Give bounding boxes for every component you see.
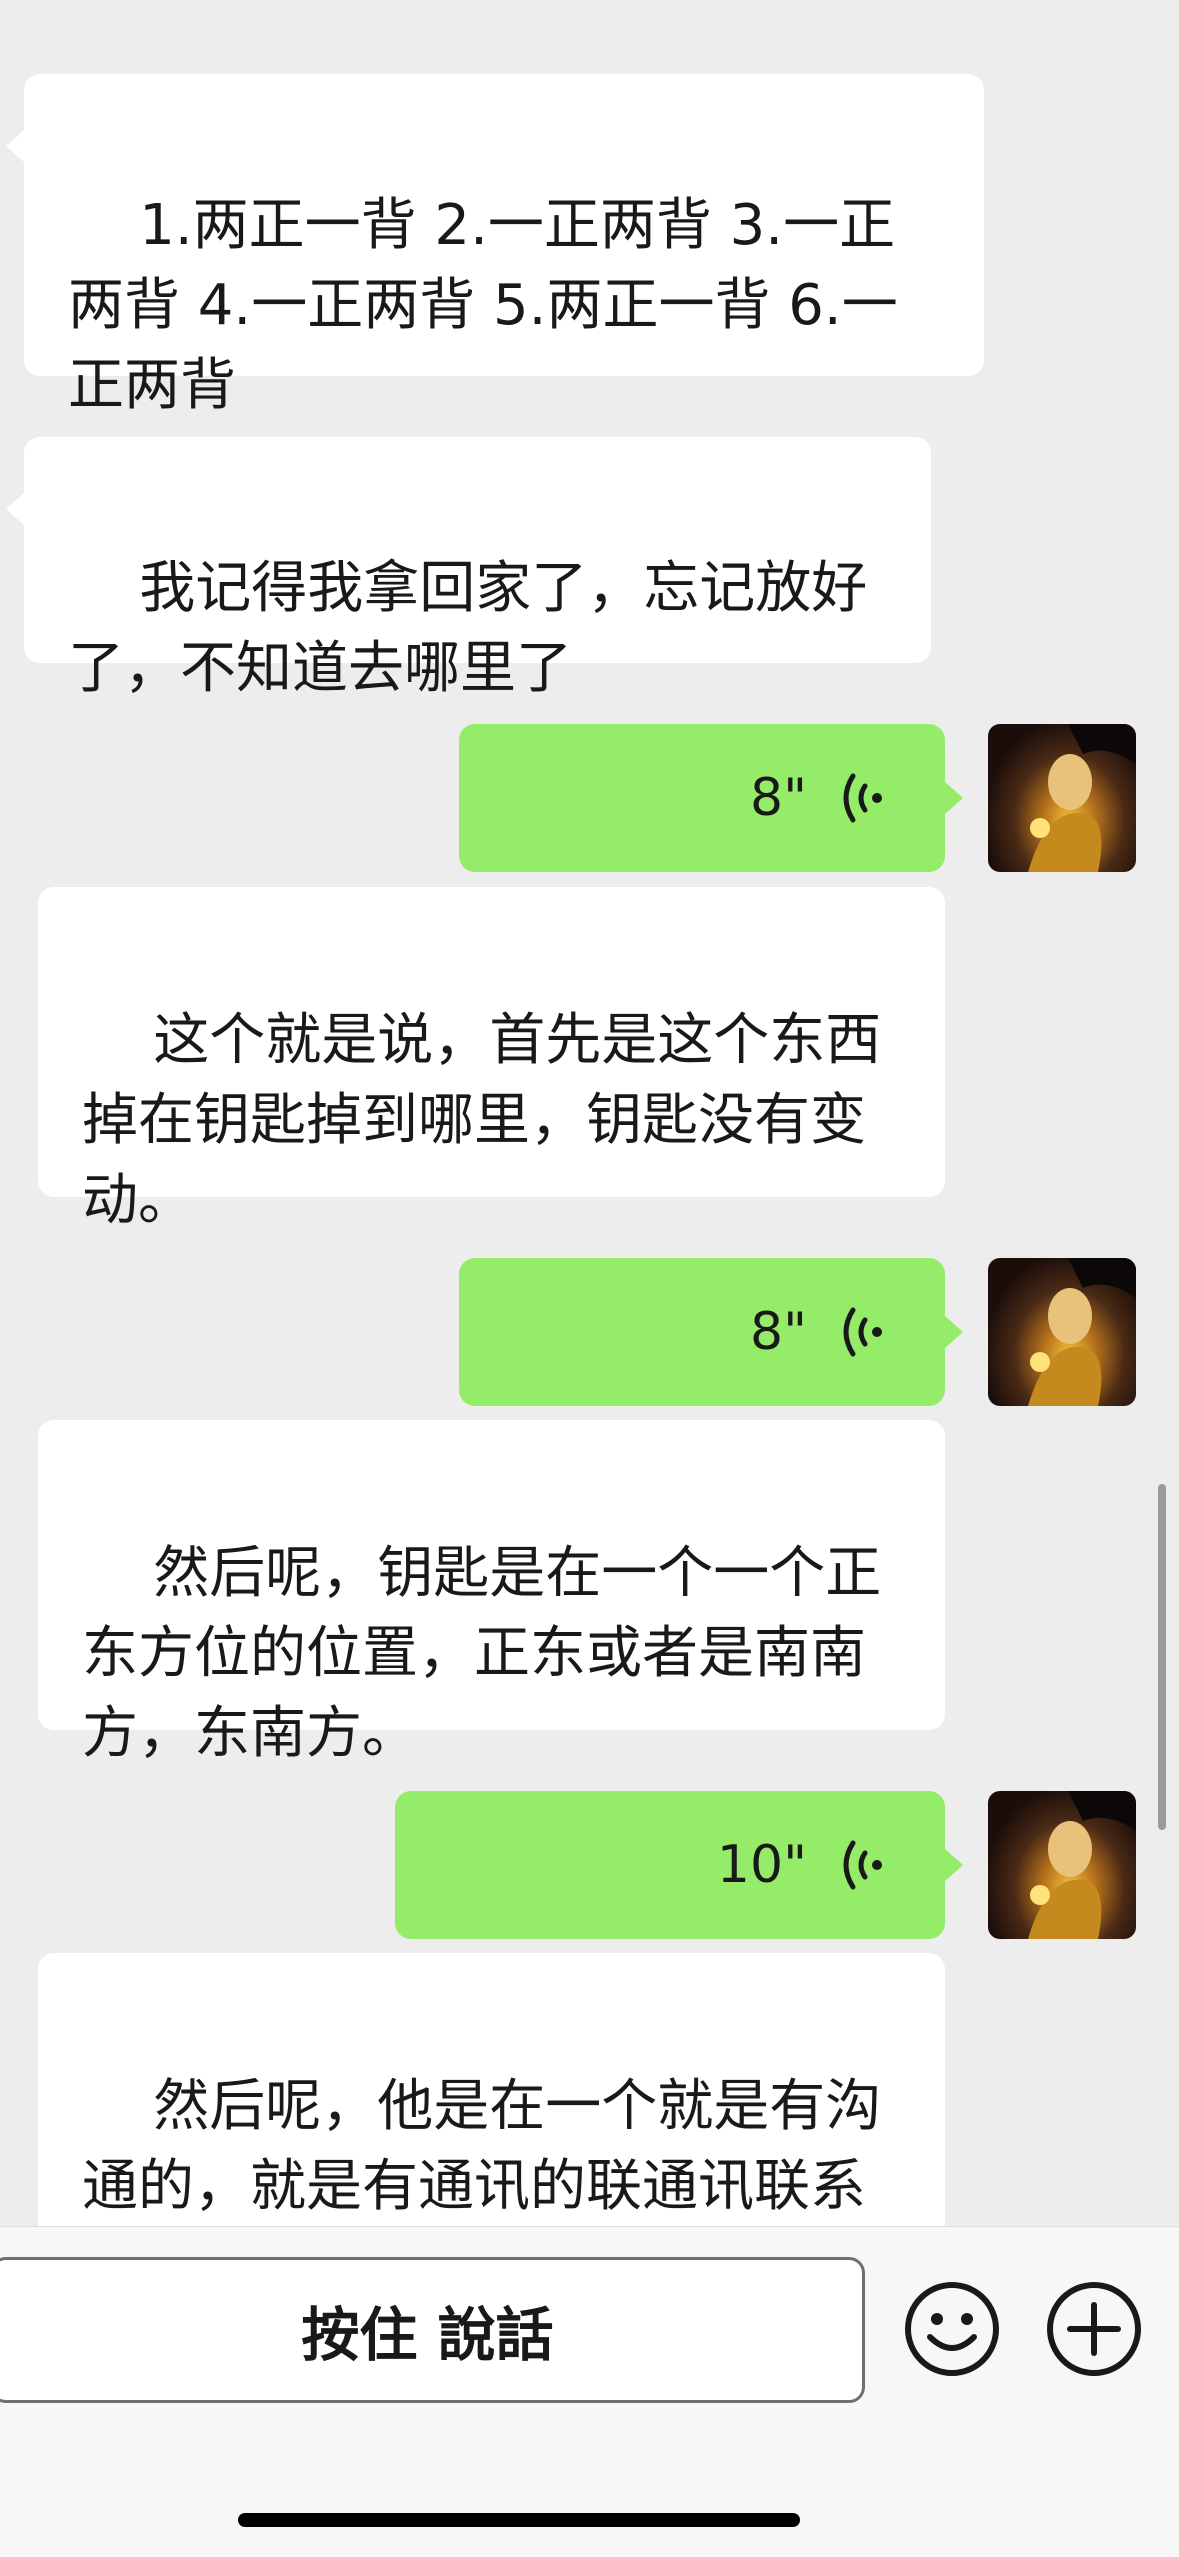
- voice-duration: 8": [749, 768, 807, 828]
- chat-area[interactable]: 1.两正一背 2.一正两背 3.一正两背 4.一正两背 5.两正一背 6.一正两…: [0, 0, 1179, 2226]
- transcript-text: 然后呢，他是在一个就是有沟通的，就是有通讯的联通讯联系说话的一些东西下面。: [82, 2074, 882, 2219]
- avatar[interactable]: [988, 1791, 1136, 1939]
- home-indicator[interactable]: [238, 2513, 800, 2527]
- hold-to-talk-button[interactable]: 按住 說話: [0, 2257, 865, 2403]
- message-bubble[interactable]: 我记得我拿回家了，忘记放好了，不知道去哪里了: [6, 437, 931, 701]
- avatar-image: [1028, 1791, 1136, 1939]
- voice-transcript-bubble[interactable]: 然后呢，他是在一个就是有沟通的，就是有通讯的联通讯联系说话的一些东西下面。: [38, 1953, 945, 2226]
- voice-wave-icon: [843, 1307, 882, 1357]
- voice-duration: 10": [716, 1835, 807, 1895]
- emoji-button[interactable]: [902, 2279, 1002, 2379]
- voice-message-bubble[interactable]: 10": [395, 1791, 963, 1939]
- avatar-image: [1028, 724, 1136, 872]
- voice-wave-icon: [843, 1840, 882, 1890]
- scrollbar[interactable]: [1158, 1484, 1166, 1830]
- voice-transcript-bubble[interactable]: 然后呢，钥匙是在一个一个正东方位的位置，正东或者是南南方，东南方。: [38, 1420, 945, 1766]
- voice-wave-icon: [843, 773, 882, 823]
- voice-message-bubble[interactable]: 8": [459, 724, 963, 872]
- avatar[interactable]: [988, 724, 1136, 872]
- message-bubble[interactable]: 1.两正一背 2.一正两背 3.一正两背 4.一正两背 5.两正一背 6.一正两…: [6, 74, 984, 418]
- avatar-image: [1028, 1258, 1136, 1406]
- voice-transcript-bubble[interactable]: 这个就是说，首先是这个东西掉在钥匙掉到哪里，钥匙没有变动。: [38, 887, 945, 1233]
- more-button[interactable]: [1044, 2279, 1144, 2379]
- message-text: 我记得我拿回家了，忘记放好了，不知道去哪里了: [68, 556, 868, 701]
- avatar[interactable]: [988, 1258, 1136, 1406]
- smiley-face-icon: [905, 2282, 999, 2376]
- voice-duration: 8": [749, 1302, 807, 1362]
- voice-message-bubble[interactable]: 8": [459, 1258, 963, 1406]
- input-bar: 按住 說話: [0, 2226, 1179, 2557]
- message-text: 1.两正一背 2.一正两背 3.一正两背 4.一正两背 5.两正一背 6.一正两…: [68, 193, 898, 418]
- transcript-text: 然后呢，钥匙是在一个一个正东方位的位置，正东或者是南南方，东南方。: [82, 1541, 882, 1766]
- transcript-text: 这个就是说，首先是这个东西掉在钥匙掉到哪里，钥匙没有变动。: [82, 1008, 882, 1233]
- plus-circle-icon: [1047, 2282, 1141, 2376]
